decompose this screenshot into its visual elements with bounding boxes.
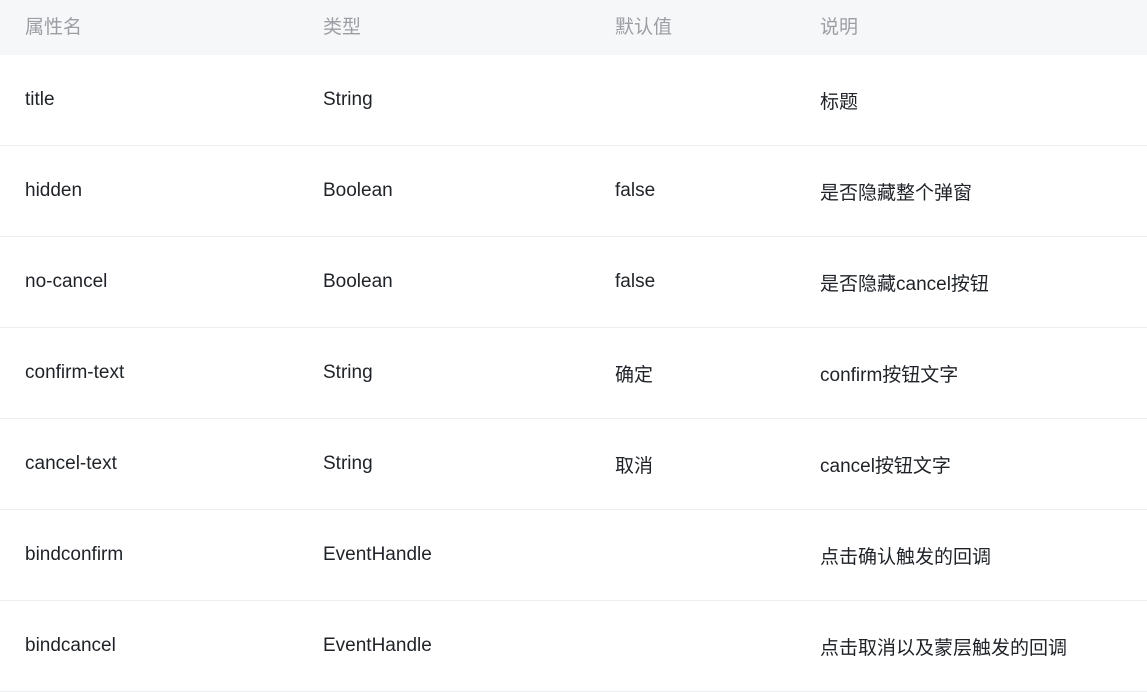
table-row: no-cancel Boolean false 是否隐藏cancel按钮 [0,236,1147,328]
properties-table: 属性名 类型 默认值 说明 title String 标题 hidden Boo… [0,0,1147,692]
cell-property-desc: 点击取消以及蒙层触发的回调 [795,600,1147,692]
column-header-name: 属性名 [25,17,83,38]
cell-property-type: Boolean [298,145,595,237]
table-body: title String 标题 hidden Boolean false 是否隐… [0,55,1147,692]
table-header: 属性名 类型 默认值 说明 [0,0,1147,55]
cell-property-desc: 标题 [795,55,1147,146]
cell-property-name: cancel-text [0,418,298,510]
cell-property-desc: 是否隐藏cancel按钮 [795,236,1147,328]
column-header-default: 默认值 [615,17,673,38]
table-row: confirm-text String 确定 confirm按钮文字 [0,327,1147,419]
cell-property-name: hidden [0,145,298,237]
cell-property-name: title [0,55,298,146]
cell-property-name: no-cancel [0,236,298,328]
cell-property-desc: 是否隐藏整个弹窗 [795,145,1147,237]
table-row: bindconfirm EventHandle 点击确认触发的回调 [0,509,1147,601]
cell-property-type: String [298,55,595,146]
cell-property-type: EventHandle [298,509,595,601]
cell-property-default: false [595,236,795,328]
cell-property-default: 确定 [595,327,795,419]
cell-property-desc: confirm按钮文字 [795,327,1147,419]
cell-property-name: bindcancel [0,600,298,692]
cell-property-desc: 点击确认触发的回调 [795,509,1147,601]
cell-property-type: Boolean [298,236,595,328]
table-row: cancel-text String 取消 cancel按钮文字 [0,418,1147,510]
cell-property-type: String [298,418,595,510]
cell-property-default [595,55,795,146]
cell-property-type: EventHandle [298,600,595,692]
table-row: bindcancel EventHandle 点击取消以及蒙层触发的回调 [0,600,1147,692]
cell-property-default [595,600,795,692]
table-header-row: 属性名 类型 默认值 说明 [0,0,1147,55]
table-row: hidden Boolean false 是否隐藏整个弹窗 [0,145,1147,237]
cell-property-default: 取消 [595,418,795,510]
cell-property-type: String [298,327,595,419]
column-header-desc: 说明 [820,17,859,38]
table-row: title String 标题 [0,55,1147,146]
cell-property-name: confirm-text [0,327,298,419]
cell-property-desc: cancel按钮文字 [795,418,1147,510]
cell-property-default: false [595,145,795,237]
cell-property-default [595,509,795,601]
cell-property-name: bindconfirm [0,509,298,601]
column-header-type: 类型 [323,17,362,38]
